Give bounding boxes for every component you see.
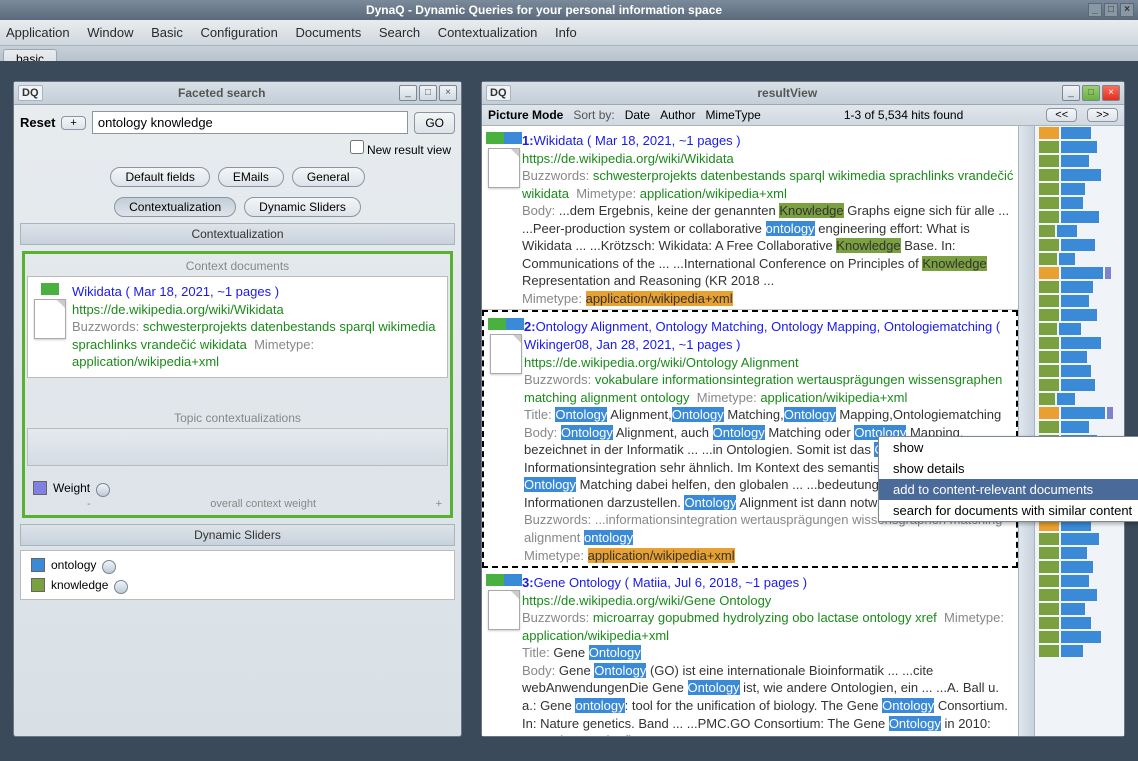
section-contextualization: Contextualization bbox=[20, 223, 455, 245]
document-icon bbox=[488, 148, 520, 188]
pane-title-faceted: Faceted search bbox=[47, 86, 398, 100]
maximize-icon[interactable]: □ bbox=[1104, 3, 1118, 17]
context-doc-mime: application/wikipedia+xml bbox=[72, 354, 219, 369]
close-result-button[interactable]: × bbox=[1102, 85, 1120, 101]
menu-contextualization[interactable]: Contextualization bbox=[438, 25, 538, 40]
result-url: https://de.wikipedia.org/wiki/Wikidata bbox=[522, 151, 734, 166]
picture-mode[interactable]: Picture Mode bbox=[488, 108, 563, 122]
result-item[interactable]: 3:Gene Ontology ( Matiia, Jul 6, 2018, ~… bbox=[482, 568, 1018, 736]
menu-info[interactable]: Info bbox=[555, 25, 577, 40]
default-fields-button[interactable]: Default fields bbox=[110, 167, 209, 187]
buzz-label: Buzzwords: bbox=[72, 319, 139, 334]
dynamic-sliders-button[interactable]: Dynamic Sliders bbox=[244, 197, 361, 217]
sort-author[interactable]: Author bbox=[660, 108, 695, 122]
sort-date[interactable]: Date bbox=[625, 108, 650, 122]
menu-search[interactable]: Search bbox=[379, 25, 420, 40]
context-doc-url: https://de.wikipedia.org/wiki/Wikidata bbox=[72, 302, 284, 317]
ctx-show-details[interactable]: show details bbox=[879, 458, 1138, 479]
mime-label: Mimetype: bbox=[254, 337, 314, 352]
result-title-link[interactable]: Wikidata bbox=[534, 133, 584, 148]
new-result-view-label: New result view bbox=[367, 143, 451, 157]
main-titlebar: DynaQ - Dynamic Queries for your persona… bbox=[0, 0, 1138, 20]
menubar: Application Window Basic Configuration D… bbox=[0, 20, 1138, 46]
dq-logo-icon: DQ bbox=[18, 85, 43, 101]
ontology-color-icon bbox=[31, 558, 45, 572]
context-doc-item[interactable]: Wikidata ( Mar 18, 2021, ~1 pages ) http… bbox=[27, 276, 448, 378]
close-icon[interactable]: × bbox=[1120, 3, 1134, 17]
prev-button[interactable]: << bbox=[1046, 108, 1077, 122]
weight-label: Weight bbox=[53, 481, 90, 495]
overview-visualization bbox=[1034, 126, 1124, 736]
relevance-bar-icon bbox=[41, 283, 59, 295]
pane-title-result: resultView bbox=[515, 86, 1061, 100]
knowledge-color-icon bbox=[31, 578, 45, 592]
slider-ontology-label: ontology bbox=[51, 558, 96, 572]
context-doc-title[interactable]: Wikidata bbox=[72, 284, 122, 299]
menu-basic[interactable]: Basic bbox=[151, 25, 183, 40]
results-list: 1:Wikidata ( Mar 18, 2021, ~1 pages ) ht… bbox=[482, 126, 1018, 736]
result-url: https://de.wikipedia.org/wiki/Ontology A… bbox=[524, 355, 799, 370]
document-icon bbox=[488, 590, 520, 630]
ctx-add-relevant[interactable]: add to content-relevant documents bbox=[879, 479, 1138, 500]
overall-weight-label: overall context weight bbox=[91, 498, 436, 510]
topic-context-area bbox=[27, 428, 448, 466]
menu-application[interactable]: Application bbox=[6, 25, 70, 40]
minimize-icon[interactable]: _ bbox=[1088, 3, 1102, 17]
context-doc-date: ( Mar 18, 2021, ~1 pages ) bbox=[125, 284, 279, 299]
document-icon bbox=[34, 299, 66, 339]
new-result-view-checkbox[interactable] bbox=[350, 140, 364, 154]
slider-knowledge-label: knowledge bbox=[51, 578, 108, 592]
next-button[interactable]: >> bbox=[1087, 108, 1118, 122]
result-title-link[interactable]: Ontology Alignment, Ontology Matching, O… bbox=[536, 319, 993, 334]
minimize-pane-button[interactable]: _ bbox=[399, 85, 417, 101]
sort-mimetype[interactable]: MimeType bbox=[705, 108, 760, 122]
section-dynamic-sliders: Dynamic Sliders bbox=[20, 524, 455, 546]
context-documents-hdr: Context documents bbox=[27, 256, 448, 276]
go-button[interactable]: GO bbox=[414, 112, 455, 134]
menu-window[interactable]: Window bbox=[87, 25, 133, 40]
ctx-search-similar[interactable]: search for documents with similar conten… bbox=[879, 500, 1138, 521]
plus-label: + bbox=[436, 498, 442, 510]
search-input[interactable] bbox=[92, 111, 408, 134]
scrollbar[interactable] bbox=[1018, 126, 1034, 736]
maximize-pane-button[interactable]: □ bbox=[419, 85, 437, 101]
topic-context-hdr: Topic contextualizations bbox=[27, 408, 448, 428]
result-title-link[interactable]: Gene Ontology bbox=[534, 575, 621, 590]
document-icon bbox=[490, 334, 522, 374]
menu-configuration[interactable]: Configuration bbox=[201, 25, 278, 40]
ctx-show[interactable]: show bbox=[879, 437, 1138, 458]
result-view-pane: DQ resultView _ □ × Picture Mode Sort by… bbox=[481, 81, 1125, 737]
hits-label: 1-3 of 5,534 hits found bbox=[771, 108, 1036, 122]
dq-logo-icon-2: DQ bbox=[486, 85, 511, 101]
result-item[interactable]: 1:Wikidata ( Mar 18, 2021, ~1 pages ) ht… bbox=[482, 126, 1018, 310]
contextualization-button[interactable]: Contextualization bbox=[114, 197, 236, 217]
maximize-result-button[interactable]: □ bbox=[1082, 85, 1100, 101]
context-greenbox: Context documents Wikidata ( Mar 18, 202… bbox=[22, 251, 453, 518]
reset-label[interactable]: Reset bbox=[20, 115, 55, 130]
minimize-result-button[interactable]: _ bbox=[1062, 85, 1080, 101]
faceted-search-pane: DQ Faceted search _ □ × Reset + GO New r… bbox=[13, 81, 462, 737]
menu-documents[interactable]: Documents bbox=[295, 25, 361, 40]
window-title: DynaQ - Dynamic Queries for your persona… bbox=[0, 3, 1088, 17]
emails-button[interactable]: EMails bbox=[218, 167, 284, 187]
result-url: https://de.wikipedia.org/wiki/Gene Ontol… bbox=[522, 593, 771, 608]
general-button[interactable]: General bbox=[292, 167, 365, 187]
close-pane-button[interactable]: × bbox=[439, 85, 457, 101]
add-query-button[interactable]: + bbox=[61, 116, 85, 130]
context-menu: show show details add to content-relevan… bbox=[878, 436, 1138, 522]
weight-color-icon bbox=[33, 481, 47, 495]
sortby-label: Sort by: bbox=[573, 108, 614, 122]
